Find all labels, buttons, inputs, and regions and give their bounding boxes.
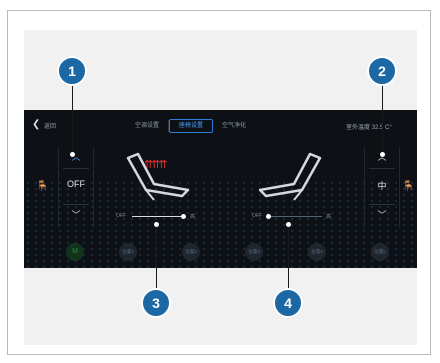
back-label[interactable]: 返回 bbox=[44, 121, 56, 130]
left-decrease-chevron-icon[interactable]: ﹀ bbox=[59, 208, 93, 221]
callout-4: 4 bbox=[273, 288, 303, 318]
callout-1: 1 bbox=[57, 56, 87, 86]
back-chevron-icon[interactable]: ❮ bbox=[32, 119, 40, 130]
callout-1-dot bbox=[70, 152, 75, 157]
right-level-control: ︿ 中 ﹀ bbox=[364, 148, 400, 228]
seat-preset-row: M 位置1 位置2 位置3 位置4 位置5 bbox=[24, 243, 417, 265]
top-bar: ❮ 返回 空调设置 座椅设置 空气净化 室外温度 32.5 C° bbox=[24, 110, 417, 140]
seat-vent-right-icon: 🪑 bbox=[402, 181, 415, 192]
tab-seat-settings[interactable]: 座椅设置 bbox=[169, 119, 214, 133]
climate-screen: ❮ 返回 空调设置 座椅设置 空气净化 室外温度 32.5 C° 🪑 ︿ OFF… bbox=[24, 110, 417, 268]
callout-3-leader bbox=[156, 225, 157, 289]
preset-button-5[interactable]: 位置5 bbox=[371, 243, 389, 261]
callout-4-leader bbox=[288, 225, 289, 289]
right-slider-knob[interactable] bbox=[266, 214, 271, 219]
preset-button-3[interactable]: 位置3 bbox=[245, 243, 263, 261]
callout-4-dot bbox=[286, 222, 291, 227]
right-level-value: 中 bbox=[377, 181, 387, 191]
tab-bar: 空调设置 座椅设置 空气净化 bbox=[126, 118, 255, 134]
right-seat-icon bbox=[258, 152, 322, 201]
seat-heating-arrows-icon: ⇈⇈⇈ bbox=[144, 159, 168, 171]
left-slider-min-label: OFF bbox=[116, 213, 126, 219]
outdoor-temperature: 室外温度 32.5 C° bbox=[346, 125, 392, 131]
seat-heat-left-icon: 🪑 bbox=[36, 181, 49, 192]
callout-2: 2 bbox=[367, 56, 397, 86]
preset-button-4[interactable]: 位置4 bbox=[308, 243, 326, 261]
left-level-control: ︿ OFF ﹀ bbox=[58, 148, 94, 228]
memory-preset-button[interactable]: M bbox=[66, 243, 84, 261]
tab-air-purify[interactable]: 空气净化 bbox=[213, 120, 255, 132]
callout-3-dot bbox=[154, 222, 159, 227]
callout-1-leader bbox=[72, 85, 73, 157]
callout-3: 3 bbox=[141, 288, 171, 318]
right-slider-max-label: 高 bbox=[326, 214, 332, 220]
preset-button-1[interactable]: 位置1 bbox=[119, 243, 137, 261]
right-slider-track bbox=[268, 216, 322, 217]
left-slider-max-label: 高 bbox=[190, 214, 196, 220]
preset-button-2[interactable]: 位置2 bbox=[182, 243, 200, 261]
callout-2-dot bbox=[380, 152, 385, 157]
left-seat-slider[interactable]: OFF 高 bbox=[116, 213, 196, 221]
tab-ac-settings[interactable]: 空调设置 bbox=[126, 120, 170, 132]
callout-2-leader bbox=[382, 85, 383, 157]
left-slider-fill bbox=[132, 216, 183, 217]
left-level-value: OFF bbox=[67, 179, 85, 189]
right-decrease-chevron-icon[interactable]: ﹀ bbox=[365, 208, 399, 221]
left-increase-chevron-icon[interactable]: ︿ bbox=[59, 150, 93, 163]
left-slider-knob[interactable] bbox=[181, 214, 186, 219]
right-slider-min-label: OFF bbox=[252, 213, 262, 219]
right-seat-slider[interactable]: OFF 高 bbox=[252, 213, 332, 221]
